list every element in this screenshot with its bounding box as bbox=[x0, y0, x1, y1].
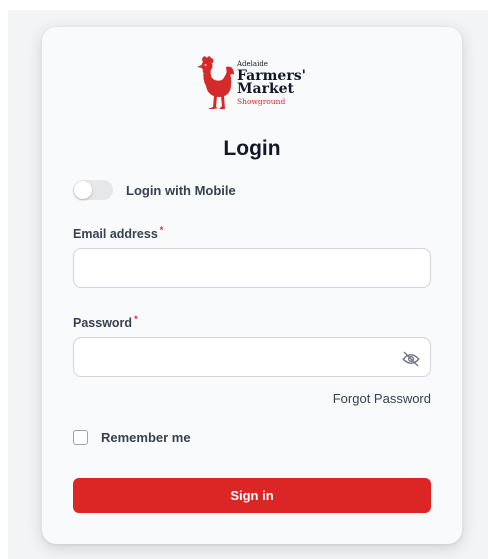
sign-in-button[interactable]: Sign in bbox=[73, 478, 431, 513]
email-label-text: Email address bbox=[73, 227, 158, 242]
login-with-mobile-toggle[interactable] bbox=[73, 180, 113, 200]
remember-me-label: Remember me bbox=[101, 430, 191, 445]
toggle-knob bbox=[74, 181, 92, 199]
email-field[interactable] bbox=[73, 248, 431, 288]
password-label: Password * bbox=[73, 314, 138, 330]
required-indicator: * bbox=[134, 314, 138, 324]
login-with-mobile-label: Login with Mobile bbox=[126, 182, 236, 198]
forgot-password-link[interactable]: Forgot Password bbox=[333, 391, 431, 406]
brand-line-adelaide: Adelaide bbox=[237, 60, 268, 68]
brand-logo: Adelaide Farmers' Market Showground bbox=[192, 53, 312, 117]
password-field[interactable] bbox=[73, 337, 431, 377]
remember-me-checkbox[interactable] bbox=[73, 430, 88, 445]
remember-me-row: Remember me bbox=[73, 430, 191, 445]
eye-off-icon[interactable] bbox=[401, 349, 421, 369]
password-label-text: Password bbox=[73, 316, 133, 331]
brand-line-market: Market bbox=[237, 81, 295, 97]
page-title: Login bbox=[223, 137, 281, 160]
rooster-icon bbox=[197, 56, 234, 109]
brand-wordmark: Adelaide Farmers' Market Showground bbox=[237, 61, 306, 106]
login-with-mobile-row: Login with Mobile bbox=[73, 180, 236, 200]
required-indicator: * bbox=[159, 225, 164, 235]
email-label: Email address * bbox=[73, 225, 163, 241]
brand-line-showground: Showground bbox=[237, 97, 286, 106]
login-card: Adelaide Farmers' Market Showground Logi… bbox=[42, 27, 462, 544]
